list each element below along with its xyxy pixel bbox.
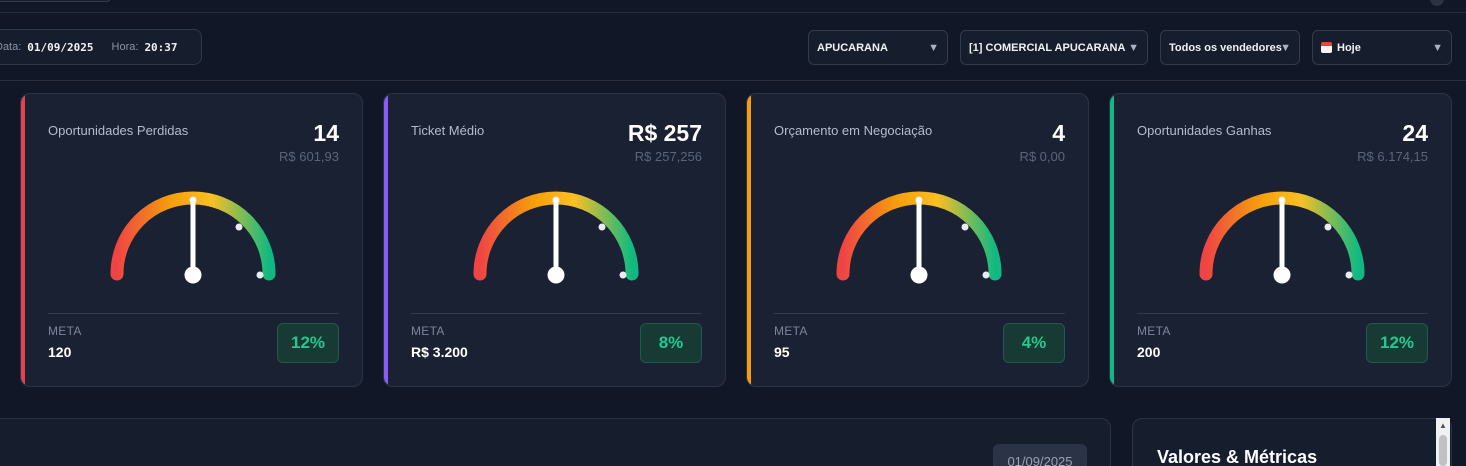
card-divider bbox=[411, 313, 702, 314]
meta-label: META bbox=[48, 324, 82, 338]
datetime-display: Data: 01/09/2025 Hora: 20:37 bbox=[0, 29, 202, 65]
card-value: 14 bbox=[313, 120, 339, 146]
chevron-down-icon: ▼ bbox=[928, 42, 939, 54]
card-accent bbox=[384, 94, 388, 386]
scrollbar-thumb[interactable] bbox=[1439, 435, 1447, 466]
meta-label: META bbox=[411, 324, 445, 338]
gauge-tick bbox=[982, 271, 990, 279]
date-chip[interactable]: 01/09/2025 bbox=[993, 444, 1087, 466]
scroll-up-icon[interactable]: ▲ bbox=[1439, 421, 1447, 430]
user-avatar[interactable] bbox=[1430, 0, 1444, 6]
meta-value: 200 bbox=[1137, 344, 1161, 360]
card-accent bbox=[21, 94, 25, 386]
meta-value: 95 bbox=[774, 344, 790, 360]
seller-select[interactable]: Todos os vendedores ▼ bbox=[1160, 30, 1300, 65]
percent-badge: 12% bbox=[1366, 323, 1428, 363]
chevron-down-icon: ▼ bbox=[1128, 42, 1139, 54]
card-subvalue: R$ 0,00 bbox=[1019, 149, 1065, 164]
card-value: R$ 257 bbox=[627, 120, 702, 146]
gauge-tick bbox=[235, 223, 243, 231]
meta-label: META bbox=[1137, 324, 1171, 338]
card-value: 24 bbox=[1402, 120, 1428, 146]
card-subvalue: R$ 601,93 bbox=[279, 149, 339, 164]
card-subvalue: R$ 257,256 bbox=[634, 149, 702, 164]
seller-select-value: Todos os vendedores bbox=[1169, 41, 1282, 54]
time-label: Hora: bbox=[111, 41, 139, 53]
date-value: 01/09/2025 bbox=[27, 40, 94, 54]
percent-badge: 4% bbox=[1003, 323, 1065, 363]
gauge-tick bbox=[1345, 271, 1353, 279]
percent-badge: 8% bbox=[640, 323, 702, 363]
city-select[interactable]: APUCARANA ▼ bbox=[808, 30, 948, 65]
gauge-tick bbox=[961, 223, 969, 231]
top-bar bbox=[0, 0, 1466, 13]
gauge-chart bbox=[473, 191, 639, 284]
metrics-title: Valores & Métricas bbox=[1157, 447, 1318, 466]
card-title: Orçamento em Negociação bbox=[774, 123, 933, 138]
card-subvalue: R$ 6.174,15 bbox=[1357, 149, 1428, 164]
gauge-tick bbox=[256, 271, 264, 279]
period-select[interactable]: Hoje ▼ bbox=[1312, 30, 1452, 65]
gauge-hub bbox=[547, 266, 565, 284]
date-label: Data: bbox=[0, 41, 22, 53]
chevron-down-icon: ▼ bbox=[1432, 42, 1443, 54]
gauge-hub bbox=[184, 266, 202, 284]
scrollbar[interactable]: ▲ bbox=[1436, 418, 1450, 466]
card-title: Oportunidades Perdidas bbox=[48, 123, 189, 138]
daily-panel: 01/09/2025 bbox=[0, 418, 1111, 466]
store-select[interactable]: [1] COMERCIAL APUCARANA ▼ bbox=[960, 30, 1148, 65]
period-select-value: Hoje bbox=[1337, 41, 1361, 54]
card-accent bbox=[747, 94, 751, 386]
gauge-chart bbox=[110, 191, 276, 284]
card-title: Oportunidades Ganhas bbox=[1137, 123, 1272, 138]
kpi-card-won-opportunities: Oportunidades Ganhas 24 R$ 6.174,15 META… bbox=[1109, 93, 1452, 387]
filter-bar: Data: 01/09/2025 Hora: 20:37 APUCARANA ▼… bbox=[0, 14, 1466, 81]
kpi-card-lost-opportunities: Oportunidades Perdidas 14 R$ 601,93 META… bbox=[20, 93, 363, 387]
card-title: Ticket Médio bbox=[411, 123, 485, 138]
percent-badge: 12% bbox=[277, 323, 339, 363]
card-divider bbox=[48, 313, 339, 314]
gauge-hub bbox=[910, 266, 928, 284]
metrics-panel: Valores & Métricas bbox=[1132, 418, 1452, 466]
city-select-value: APUCARANA bbox=[817, 41, 888, 54]
kpi-card-budget-negotiation: Orçamento em Negociação 4 R$ 0,00 META 9… bbox=[746, 93, 1089, 387]
meta-label: META bbox=[774, 324, 808, 338]
gauge-hub bbox=[1273, 266, 1291, 284]
kpi-card-average-ticket: Ticket Médio R$ 257 R$ 257,256 META R$ 3… bbox=[383, 93, 726, 387]
card-value: 4 bbox=[1052, 120, 1065, 146]
chevron-down-icon: ▼ bbox=[1280, 42, 1291, 54]
gauge-tick bbox=[1324, 223, 1332, 231]
meta-value: R$ 3.200 bbox=[411, 344, 468, 360]
gauge-tick bbox=[598, 223, 606, 231]
meta-value: 120 bbox=[48, 344, 72, 360]
gauge-chart bbox=[836, 191, 1002, 284]
card-divider bbox=[774, 313, 1065, 314]
store-select-value: [1] COMERCIAL APUCARANA bbox=[969, 41, 1126, 54]
gauge-chart bbox=[1199, 191, 1365, 284]
gauge-tick bbox=[619, 271, 627, 279]
time-value: 20:37 bbox=[144, 40, 178, 54]
calendar-icon bbox=[1321, 42, 1332, 53]
card-divider bbox=[1137, 313, 1428, 314]
card-accent bbox=[1110, 94, 1114, 386]
top-menu-stub[interactable] bbox=[0, 0, 112, 2]
